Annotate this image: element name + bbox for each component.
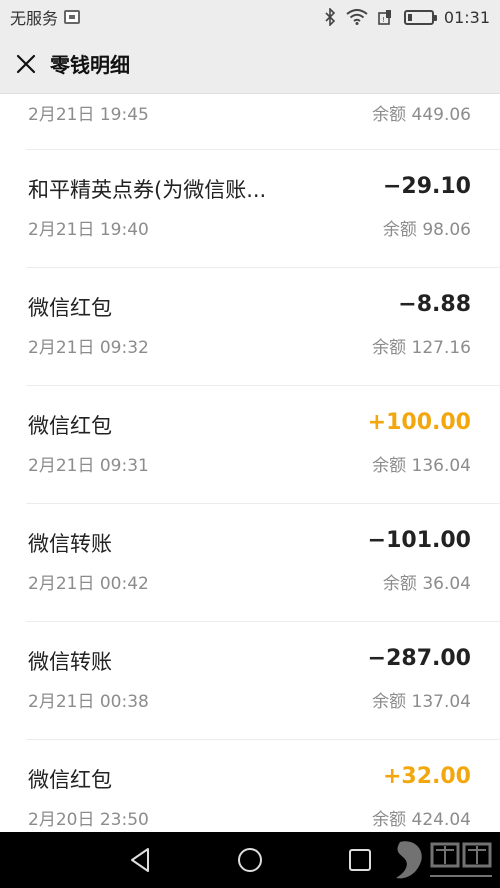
transaction-amount: −29.10 [382,174,471,199]
close-icon [16,54,36,73]
recents-button[interactable] [330,832,390,888]
home-icon [238,848,262,872]
navigation-bar [0,832,500,888]
transaction-date: 2月21日 09:32 [28,338,149,358]
transaction-date: 2月21日 09:31 [28,456,149,476]
transaction-balance: 余额 36.04 [382,574,471,594]
transaction-balance: 余额 449.06 [372,105,471,125]
sim-icon [64,10,81,24]
transaction-date: 2月21日 19:45 [28,105,149,125]
transaction-balance: 余额 98.06 [382,220,471,240]
transaction-balance: 余额 424.04 [372,810,471,830]
signal-icon: ! [378,10,391,25]
transaction-amount: −8.88 [398,292,471,317]
transaction-amount: +100.00 [367,410,471,435]
transaction-list[interactable]: 2月21日 19:45 余额 449.06 和平精英点券(为微信账... −29… [0,94,500,832]
header: 零钱明细 [0,34,500,94]
battery-icon [403,9,437,25]
back-icon [131,848,149,872]
transaction-row[interactable]: 和平精英点券(为微信账... −29.10 2月21日 19:40 余额 98.… [0,150,500,268]
recents-icon [349,849,371,871]
status-right: ! 01:31 [324,8,490,27]
carrier-label: 无服务 [10,9,59,28]
svg-text:!: ! [382,16,385,24]
close-button[interactable] [12,50,40,78]
back-button[interactable] [110,832,170,888]
transaction-balance: 余额 136.04 [372,456,471,476]
transaction-date: 2月21日 19:40 [28,220,149,240]
transaction-list-inner: 2月21日 19:45 余额 449.06 和平精英点券(为微信账... −29… [0,94,500,832]
watermark-logo [396,841,492,879]
transaction-row[interactable]: 微信转账 −287.00 2月21日 00:38 余额 137.04 [0,622,500,740]
status-bar: 无服务 ! 01:31 [0,0,500,34]
home-button[interactable] [220,832,280,888]
status-left: 无服务 [10,5,81,29]
transaction-balance: 余额 127.16 [372,338,471,358]
transaction-amount: −101.00 [367,528,471,553]
transaction-date: 2月21日 00:42 [28,574,149,594]
screen: 无服务 ! 01:31 零钱明细 2月21日 19:45 余额 449.06 和… [0,0,500,888]
transaction-row[interactable]: 2月21日 19:45 余额 449.06 [0,94,500,150]
transaction-amount: −287.00 [367,646,471,671]
clock: 01:31 [443,7,490,27]
transaction-row[interactable]: 微信红包 −8.88 2月21日 09:32 余额 127.16 [0,268,500,386]
page-title: 零钱明细 [50,53,130,77]
wifi-icon [346,9,368,25]
transaction-title: 微信转账 [28,650,112,674]
transaction-title: 微信转账 [28,532,112,556]
bluetooth-icon [325,8,336,26]
transaction-amount: +32.00 [382,764,471,789]
transaction-title: 微信红包 [28,768,112,792]
transaction-title: 微信红包 [28,296,112,320]
transaction-row[interactable]: 微信红包 +32.00 2月20日 23:50 余额 424.04 [0,740,500,832]
transaction-row[interactable]: 微信红包 +100.00 2月21日 09:31 余额 136.04 [0,386,500,504]
transaction-balance: 余额 137.04 [372,692,471,712]
transaction-title: 和平精英点券(为微信账... [28,178,267,202]
transaction-date: 2月21日 00:38 [28,692,149,712]
transaction-date: 2月20日 23:50 [28,810,149,830]
transaction-row[interactable]: 微信转账 −101.00 2月21日 00:42 余额 36.04 [0,504,500,622]
transaction-title: 微信红包 [28,414,112,438]
